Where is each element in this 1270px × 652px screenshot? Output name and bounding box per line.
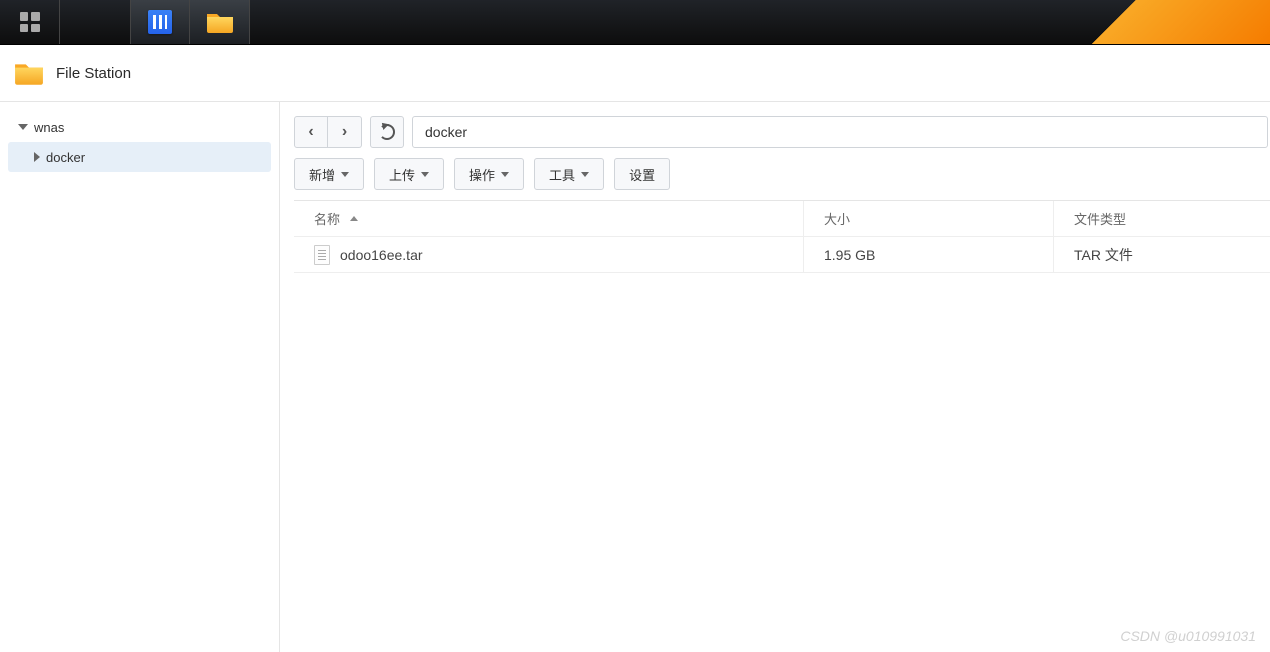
taskbar-file-station[interactable] bbox=[190, 0, 250, 44]
table-row[interactable]: odoo16ee.tar 1.95 GB TAR 文件 bbox=[294, 237, 1270, 273]
header-label: 名称 bbox=[314, 209, 340, 228]
new-button[interactable]: 新增 bbox=[294, 158, 364, 190]
column-header-size[interactable]: 大小 bbox=[804, 201, 1054, 236]
folder-icon bbox=[206, 11, 234, 33]
path-input[interactable]: docker bbox=[412, 116, 1268, 148]
app-title-bar: File Station bbox=[0, 45, 1270, 101]
watermark: CSDN @u010991031 bbox=[1120, 628, 1256, 644]
tools-button[interactable]: 工具 bbox=[534, 158, 604, 190]
folder-icon bbox=[14, 61, 44, 85]
nav-refresh-button[interactable] bbox=[370, 116, 404, 148]
button-label: 新增 bbox=[309, 165, 335, 184]
tree-item-docker[interactable]: docker bbox=[8, 142, 271, 172]
tree-root-wnas[interactable]: wnas bbox=[8, 112, 271, 142]
tree-label: docker bbox=[46, 150, 85, 165]
path-text: docker bbox=[425, 124, 467, 140]
tree-label: wnas bbox=[34, 120, 64, 135]
main-panel: ‹ › docker 新增 上传 操作 工具 设置 名称 bbox=[280, 102, 1270, 652]
taskbar-apps-button[interactable] bbox=[0, 0, 60, 44]
navigation-row: ‹ › docker bbox=[294, 116, 1270, 148]
chevron-right-icon: › bbox=[342, 123, 347, 141]
toolbar: 新增 上传 操作 工具 设置 bbox=[294, 158, 1270, 190]
file-table: 名称 大小 文件类型 odoo16ee.tar 1.95 GB TAR 文件 bbox=[294, 200, 1270, 273]
app-title: File Station bbox=[56, 65, 131, 82]
apps-icon bbox=[20, 12, 40, 32]
file-name: odoo16ee.tar bbox=[340, 247, 423, 263]
settings-button[interactable]: 设置 bbox=[614, 158, 670, 190]
refresh-icon bbox=[379, 124, 395, 140]
button-label: 设置 bbox=[629, 165, 655, 184]
wallpaper-edge bbox=[870, 0, 1270, 44]
caret-down-icon bbox=[501, 172, 509, 177]
button-label: 操作 bbox=[469, 165, 495, 184]
archive-file-icon bbox=[314, 245, 330, 265]
caret-down-icon bbox=[421, 172, 429, 177]
header-label: 大小 bbox=[824, 209, 850, 228]
caret-down-icon bbox=[341, 172, 349, 177]
chevron-down-icon bbox=[18, 124, 28, 130]
file-size: 1.95 GB bbox=[824, 247, 875, 263]
column-header-type[interactable]: 文件类型 bbox=[1054, 201, 1270, 236]
file-type: TAR 文件 bbox=[1074, 245, 1133, 265]
header-label: 文件类型 bbox=[1074, 209, 1126, 228]
chevron-left-icon: ‹ bbox=[308, 123, 313, 141]
content-area: wnas docker ‹ › docker 新增 上传 操作 工具 设置 bbox=[0, 101, 1270, 652]
nav-back-button[interactable]: ‹ bbox=[294, 116, 328, 148]
chevron-right-icon bbox=[34, 152, 40, 162]
column-header-name[interactable]: 名称 bbox=[294, 201, 804, 236]
taskbar bbox=[0, 0, 1270, 45]
sidebar: wnas docker bbox=[0, 102, 280, 652]
action-button[interactable]: 操作 bbox=[454, 158, 524, 190]
sort-asc-icon bbox=[350, 216, 358, 221]
button-label: 上传 bbox=[389, 165, 415, 184]
table-header: 名称 大小 文件类型 bbox=[294, 201, 1270, 237]
taskbar-control-panel[interactable] bbox=[130, 0, 190, 44]
upload-button[interactable]: 上传 bbox=[374, 158, 444, 190]
control-panel-icon bbox=[148, 10, 172, 34]
nav-forward-button[interactable]: › bbox=[328, 116, 362, 148]
caret-down-icon bbox=[581, 172, 589, 177]
button-label: 工具 bbox=[549, 165, 575, 184]
